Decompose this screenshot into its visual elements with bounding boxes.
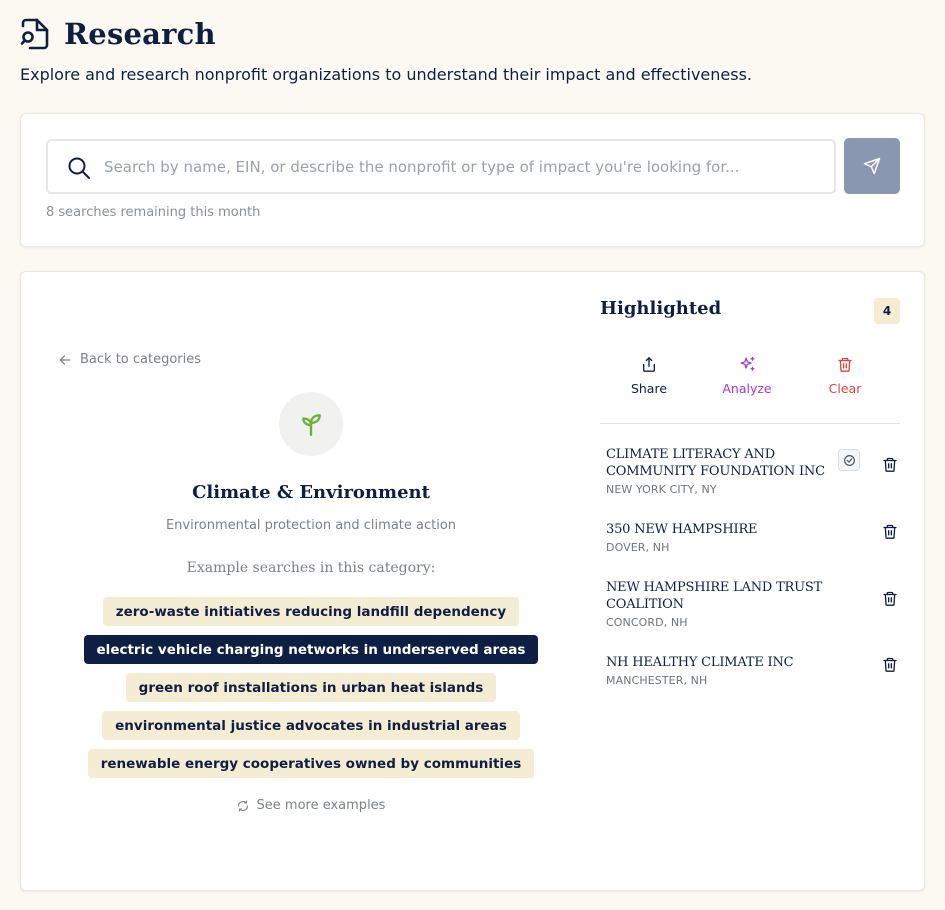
category-description: Environmental protection and climate act… [165,518,457,533]
main-card: Back to categories Climate & Environment… [20,271,925,891]
check-circle-icon [843,454,855,466]
org-name: 350 NEW HAMPSHIRE [606,522,758,537]
sparkles-icon [739,356,755,371]
examples-label: Example searches in this category: [186,560,436,576]
searches-remaining: 8 searches remaining this month [46,205,261,220]
org-location: NEW YORK CITY, NY [606,483,717,496]
trash-icon [838,357,852,372]
analyze-label: Analyze [722,381,772,396]
example-searches-list: zero-waste initiatives reducing landfill… [21,597,601,778]
clear-button[interactable]: Clear [796,356,894,396]
highlighted-item[interactable]: NH HEALTHY CLIMATE INC MANCHESTER, NH [606,654,900,694]
search-box[interactable] [46,139,836,194]
document-search-icon [20,18,49,50]
page-title: Research [64,17,216,51]
example-search-chip[interactable]: zero-waste initiatives reducing landfill… [102,597,520,626]
example-search-chip[interactable]: environmental justice advocates in indus… [102,711,520,740]
share-button[interactable]: Share [600,356,698,396]
highlighted-item[interactable]: 350 NEW HAMPSHIRE DOVER, NH [606,521,900,579]
org-name: CLIMATE LITERACY AND COMMUNITY FOUNDATIO… [606,447,825,479]
page-header: Research Explore and research nonprofit … [20,16,752,84]
example-search-chip[interactable]: renewable energy cooperatives owned by c… [87,749,535,778]
example-search-chip[interactable]: green roof installations in urban heat i… [125,673,497,702]
highlighted-item[interactable]: CLIMATE LITERACY AND COMMUNITY FOUNDATIO… [606,446,900,521]
remove-item-trash-icon[interactable] [882,456,898,473]
share-icon [643,357,655,372]
highlighted-count-badge: 4 [874,298,900,324]
org-name: NEW HAMPSHIRE LAND TRUST COALITION [606,580,823,612]
page-subtitle: Explore and research nonprofit organizat… [20,65,752,84]
org-location: DOVER, NH [606,541,670,554]
category-title: Climate & Environment [192,482,430,503]
send-icon [863,157,881,175]
refresh-icon [237,799,248,812]
remove-item-trash-icon[interactable] [882,656,898,673]
see-more-examples-label: See more examples [256,798,386,813]
back-to-categories-label: Back to categories [80,352,202,367]
org-location: CONCORD, NH [606,616,688,629]
org-location: MANCHESTER, NH [606,674,708,687]
search-card: 8 searches remaining this month [20,113,925,247]
see-more-examples-button[interactable]: See more examples [21,798,601,813]
send-button[interactable] [844,138,900,194]
search-input[interactable] [104,141,824,192]
share-label: Share [630,381,668,396]
search-icon [68,157,90,179]
clear-label: Clear [828,381,862,396]
highlighted-item[interactable]: NEW HAMPSHIRE LAND TRUST COALITION CONCO… [606,579,900,654]
remove-item-trash-icon[interactable] [882,590,898,607]
org-name: NH HEALTHY CLIMATE INC [606,655,794,670]
divider [600,423,900,424]
arrow-left-icon [59,354,71,365]
example-search-chip-active[interactable]: electric vehicle charging networks in un… [83,635,539,664]
highlighted-title: Highlighted [600,298,722,319]
analyze-button[interactable]: Analyze [698,356,796,396]
verified-toggle-button[interactable] [838,449,860,471]
highlighted-list: CLIMATE LITERACY AND COMMUNITY FOUNDATIO… [606,446,900,694]
sprout-icon [302,414,321,437]
remove-item-trash-icon[interactable] [882,523,898,540]
highlighted-actions: Share Analyze Clear [600,356,900,396]
category-icon-badge [279,392,343,456]
back-to-categories-link[interactable]: Back to categories [58,352,201,367]
